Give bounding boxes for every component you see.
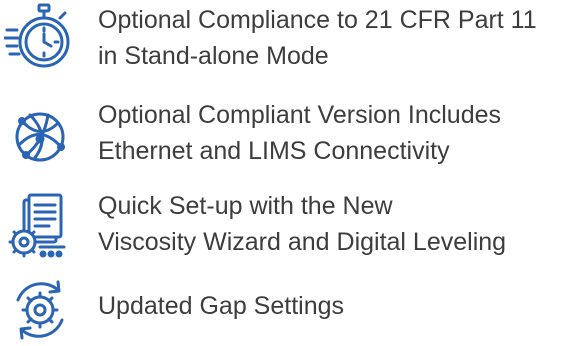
feature-text: Optional Compliance to 21 CFR Part 11 in… [98,2,537,74]
gear-refresh-icon [16,280,64,340]
feature-line: in Stand-alone Mode [98,42,329,70]
feature-text: Optional Compliant Version Includes Ethe… [98,97,501,169]
feature-line: Updated Gap Settings [98,292,344,320]
document-gear-icon [8,193,66,258]
stopwatch-icon [4,3,70,68]
feature-line: Quick Set-up with the New [98,192,393,220]
feature-line: Ethernet and LIMS Connectivity [98,137,450,165]
feature-line: Viscosity Wizard and Digital Leveling [98,228,507,256]
feature-line: Optional Compliance to 21 CFR Part 11 [98,6,537,34]
feature-text: Quick Set-up with the New Viscosity Wiza… [98,188,506,260]
feature-line: Optional Compliant Version Includes [98,101,502,129]
feature-text: Updated Gap Settings [98,288,344,324]
globe-network-icon [15,112,65,162]
